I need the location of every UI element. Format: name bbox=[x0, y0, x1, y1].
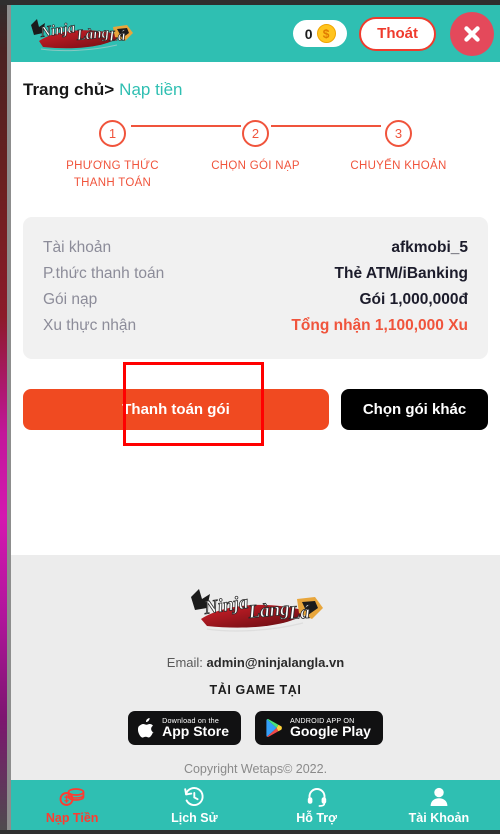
stepper-step-3-number: 3 bbox=[385, 120, 412, 147]
apple-icon bbox=[138, 718, 154, 738]
page-viewport: Ninja Làng Lá 0 $ Thoát Trang chủ > Nạp … bbox=[11, 5, 500, 830]
window-left-edge bbox=[0, 0, 7, 834]
nav-label-nap-tien: Nạp Tiền bbox=[45, 810, 99, 825]
coins-stack-icon bbox=[59, 786, 85, 808]
pay-package-button[interactable]: Thanh toán gói bbox=[23, 388, 329, 430]
svg-text:Làng: Làng bbox=[75, 25, 110, 44]
summary-value-coins: Tổng nhận 1,100,000 Xu bbox=[291, 316, 468, 334]
nav-label-tai-khoan: Tài Khoản bbox=[408, 810, 470, 825]
summary-value-account: afkmobi_5 bbox=[391, 238, 468, 256]
close-button[interactable] bbox=[450, 11, 494, 56]
brand-logo-icon[interactable]: Ninja Làng Lá bbox=[21, 11, 141, 57]
app-window: Ninja Làng Lá 0 $ Thoát Trang chủ > Nạp … bbox=[0, 0, 500, 834]
nav-label-ho-tro: Hỗ Trợ bbox=[296, 810, 338, 825]
summary-value-payment-method: Thẻ ATM/iBanking bbox=[334, 264, 468, 282]
nav-item-lich-su[interactable]: Lịch Sử bbox=[133, 786, 255, 825]
summary-row-account: Tài khoản afkmobi_5 bbox=[43, 235, 468, 261]
nav-item-ho-tro[interactable]: Hỗ Trợ bbox=[256, 786, 378, 825]
footer-brand-logo-icon: Ninja Làng Lá bbox=[181, 581, 331, 639]
exit-button[interactable]: Thoát bbox=[359, 16, 436, 51]
footer-email: Email: admin@ninjalangla.vn bbox=[167, 655, 344, 670]
order-summary-card: Tài khoản afkmobi_5 P.thức thanh toán Th… bbox=[23, 216, 488, 359]
summary-row-payment-method: P.thức thanh toán Thẻ ATM/iBanking bbox=[43, 261, 468, 287]
close-x-icon bbox=[464, 25, 480, 42]
choose-other-package-button[interactable]: Chọn gói khác bbox=[341, 388, 488, 430]
app-store-text: Download on the App Store bbox=[162, 717, 229, 739]
breadcrumb-current: Nạp tiền bbox=[119, 80, 183, 99]
summary-label-account: Tài khoản bbox=[43, 238, 112, 256]
headset-support-icon bbox=[306, 786, 328, 808]
stepper-step-3-label: CHUYỂN KHOẢN bbox=[350, 160, 447, 172]
breadcrumb: Trang chủ > Nạp tiền bbox=[11, 62, 500, 112]
footer-download-title: TẢI GAME TẠI bbox=[209, 683, 302, 697]
google-play-badge[interactable]: ANDROID APP ON Google Play bbox=[254, 711, 383, 745]
google-play-icon bbox=[266, 718, 282, 738]
store-badge-row: Download on the App Store ANDROID APP ON… bbox=[128, 711, 383, 745]
nav-item-tai-khoan[interactable]: Tài Khoản bbox=[378, 786, 500, 825]
breadcrumb-home-link[interactable]: Trang chủ bbox=[23, 80, 104, 100]
app-store-bottom-label: App Store bbox=[162, 723, 229, 740]
stepper-step-2-number: 2 bbox=[242, 120, 269, 147]
stepper-step-1-label: PHƯƠNG THỨC THANH TOÁN bbox=[66, 160, 159, 190]
app-store-badge[interactable]: Download on the App Store bbox=[128, 711, 241, 745]
action-button-row: Thanh toán gói Chọn gói khác bbox=[23, 388, 488, 430]
stepper-step-2[interactable]: 2 CHỌN GÓI NẠP bbox=[184, 120, 327, 193]
svg-text:Lá: Lá bbox=[107, 28, 126, 45]
user-account-icon bbox=[428, 786, 450, 808]
summary-row-package: Gói nạp Gói 1,000,000đ bbox=[43, 287, 468, 313]
app-header: Ninja Làng Lá 0 $ Thoát bbox=[11, 5, 500, 62]
svg-text:Làng: Làng bbox=[246, 598, 290, 623]
checkout-stepper: 1 PHƯƠNG THỨC THANH TOÁN 2 CHỌN GÓI NẠP … bbox=[11, 112, 500, 193]
window-top-edge bbox=[0, 0, 500, 5]
footer-email-prefix: Email: bbox=[166, 655, 207, 670]
summary-value-package: Gói 1,000,000đ bbox=[359, 290, 468, 308]
coin-balance-pill[interactable]: 0 $ bbox=[293, 20, 348, 47]
header-actions: 0 $ Thoát bbox=[293, 11, 500, 56]
page-footer: Ninja Làng Lá Email: admin@ninjalangla.v… bbox=[11, 555, 500, 780]
window-left-gutter bbox=[7, 0, 11, 834]
stepper-step-2-label: CHỌN GÓI NẠP bbox=[211, 160, 300, 172]
coin-balance-value: 0 bbox=[304, 25, 313, 42]
footer-copyright: Copyright Wetaps© 2022. bbox=[183, 762, 328, 776]
google-play-text: ANDROID APP ON Google Play bbox=[290, 717, 371, 739]
stepper-step-1-number: 1 bbox=[99, 120, 126, 147]
gold-coin-dollar-icon: $ bbox=[316, 24, 336, 43]
summary-label-payment-method: P.thức thanh toán bbox=[43, 264, 165, 282]
bottom-navigation-bar: Nạp Tiền Lịch Sử Hỗ Trợ Tài Khoản bbox=[11, 780, 500, 830]
summary-row-coins: Xu thực nhận Tổng nhận 1,100,000 Xu bbox=[43, 313, 468, 339]
breadcrumb-separator: > bbox=[104, 80, 115, 99]
svg-text:Lá: Lá bbox=[287, 602, 311, 624]
nav-item-nap-tien[interactable]: Nạp Tiền bbox=[11, 786, 133, 825]
google-play-bottom-label: Google Play bbox=[289, 723, 371, 740]
exit-button-label: Thoát bbox=[377, 25, 418, 42]
footer-email-address[interactable]: admin@ninjalangla.vn bbox=[207, 655, 345, 670]
clock-history-icon bbox=[182, 786, 206, 808]
stepper-connector-2 bbox=[271, 125, 381, 127]
summary-label-coins: Xu thực nhận bbox=[43, 316, 137, 334]
stepper-step-1[interactable]: 1 PHƯƠNG THỨC THANH TOÁN bbox=[41, 120, 184, 193]
nav-label-lich-su: Lịch Sử bbox=[171, 810, 218, 825]
stepper-step-3[interactable]: 3 CHUYỂN KHOẢN bbox=[327, 120, 470, 193]
stepper-connector-1 bbox=[131, 125, 241, 127]
window-bottom-edge bbox=[0, 830, 500, 834]
summary-label-package: Gói nạp bbox=[43, 290, 98, 308]
